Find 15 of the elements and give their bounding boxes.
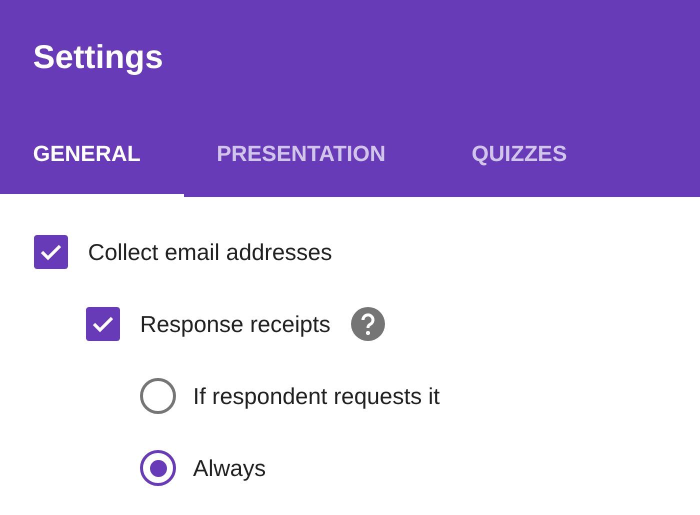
- check-icon: [92, 315, 114, 333]
- option-label: Always: [193, 454, 266, 483]
- tab[interactable]: GENERAL: [0, 113, 184, 197]
- tab[interactable]: QUIZZES: [428, 113, 610, 197]
- radio-button[interactable]: [140, 450, 176, 486]
- checkbox[interactable]: [34, 235, 68, 269]
- option-label: If respondent requests it: [193, 382, 440, 411]
- radio-button[interactable]: [140, 378, 176, 414]
- option-label: Collect email addresses: [88, 238, 332, 267]
- check-icon: [40, 243, 62, 261]
- page-title: Settings: [33, 36, 164, 77]
- checkbox[interactable]: [86, 307, 120, 341]
- help-icon[interactable]: [350, 307, 384, 341]
- option-label: Response receipts: [140, 310, 330, 339]
- tab[interactable]: PRESENTATION: [184, 113, 429, 197]
